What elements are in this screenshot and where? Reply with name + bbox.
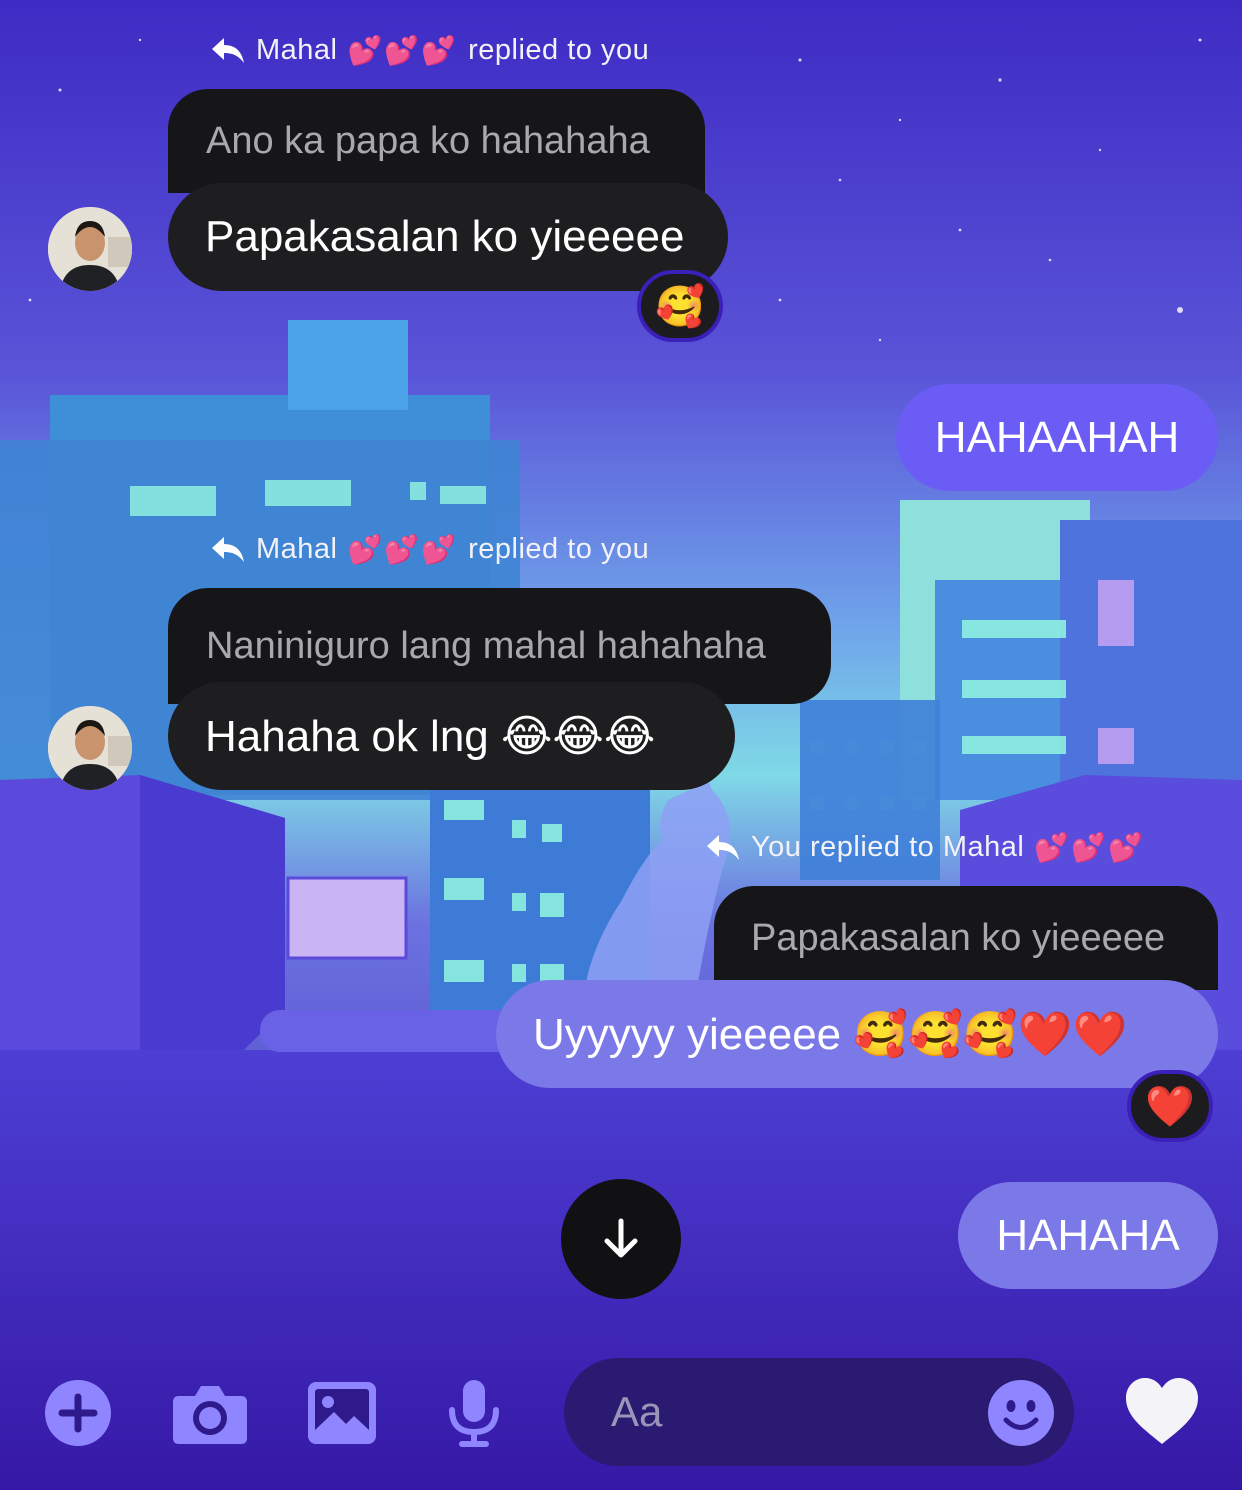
camera-button[interactable] [173,1382,247,1444]
outgoing-message[interactable]: Uyyyyy yieeeee 🥰🥰🥰❤️❤️ [496,980,1218,1088]
gallery-button[interactable] [308,1382,376,1444]
avatar-photo [48,706,132,790]
reply-header-name: Mahal [256,34,338,66]
message-text: Papakasalan ko yieeeee [205,212,685,261]
quoted-message-text: Naniniguro lang mahal hahahaha [206,624,766,667]
message-text: HAHAHA [996,1210,1180,1260]
message-reaction[interactable]: ❤️ [1127,1070,1213,1142]
reply-header-suffix: replied to you [468,34,650,66]
outgoing-message[interactable]: HAHAHA [958,1182,1218,1289]
reaction-emoji: 🥰 [655,284,705,329]
message-text: HAHAAHAH [934,412,1180,462]
message-input-placeholder: Aa [611,1388,663,1435]
scroll-to-bottom-button[interactable] [561,1179,681,1299]
reply-header-hearts: 💕💕💕 [1034,832,1145,863]
reply-arrow-icon [707,834,739,860]
contact-avatar[interactable] [48,706,132,790]
quoted-message[interactable]: Ano ka papa ko hahahaha [168,89,705,193]
message-text: Uyyyyy yieeeee 🥰🥰🥰❤️❤️ [533,1010,1128,1059]
reply-header: Mahal 💕💕💕 replied to you [210,533,649,566]
microphone-icon [449,1380,499,1447]
plus-circle-icon [45,1380,111,1446]
voice-message-button[interactable] [446,1378,502,1448]
reply-arrow-icon [212,536,244,562]
outgoing-message[interactable]: HAHAAHAH [896,384,1218,491]
reply-header-prefix: You replied to Mahal [751,831,1025,863]
incoming-message[interactable]: Hahaha ok lng 😂😂😂 [168,682,735,790]
reply-arrow-icon [212,37,244,63]
message-reaction[interactable]: 🥰 [637,270,723,342]
incoming-message[interactable]: Papakasalan ko yieeeee [168,183,728,291]
quoted-message-text: Papakasalan ko yieeeee [751,916,1166,959]
like-button[interactable] [1124,1376,1200,1448]
arrow-down-icon [604,1218,638,1258]
reaction-emoji: ❤️ [1145,1084,1195,1129]
chat-screen: Mahal 💕💕💕 replied to you Ano ka papa ko … [0,0,1242,1490]
reply-header-name: Mahal [256,533,338,565]
reply-header-hearts: 💕💕💕 [347,35,459,66]
reply-header: You replied to Mahal 💕💕💕 [705,831,1145,864]
camera-icon [173,1386,247,1444]
smiley-icon [988,1380,1054,1446]
reply-header-hearts: 💕💕💕 [347,534,459,565]
photo-icon [308,1382,376,1444]
avatar-photo [48,207,132,291]
emoji-button[interactable] [987,1379,1055,1447]
reply-header-suffix: replied to you [468,533,650,565]
add-button[interactable] [44,1379,112,1447]
reply-header: Mahal 💕💕💕 replied to you [210,34,649,67]
heart-icon [1126,1378,1198,1444]
message-text: Hahaha ok lng 😂😂😂 [205,711,656,761]
quoted-message[interactable]: Papakasalan ko yieeeee [714,886,1218,990]
contact-avatar[interactable] [48,207,132,291]
quoted-message-text: Ano ka papa ko hahahaha [206,119,650,162]
